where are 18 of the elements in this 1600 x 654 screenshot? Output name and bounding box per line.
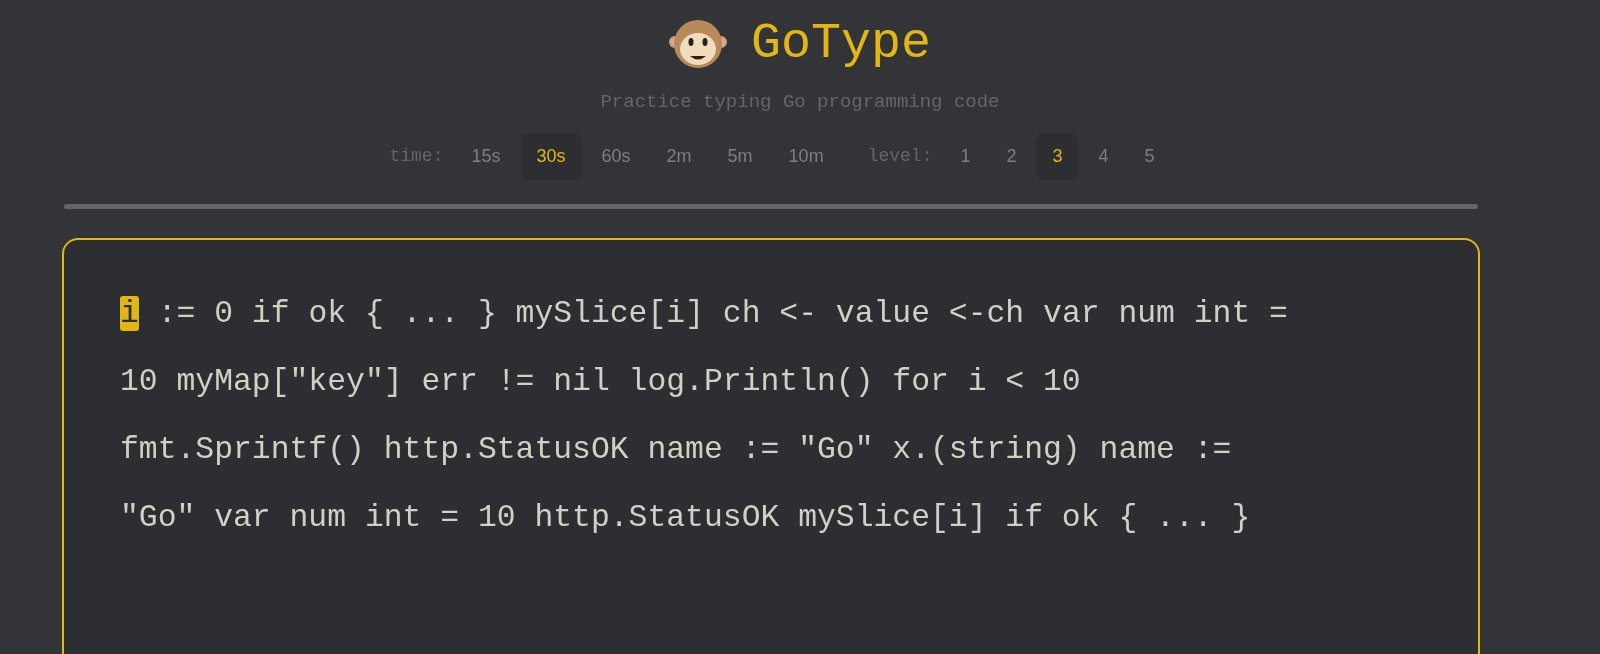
level-option[interactable]: 3 <box>1036 132 1079 180</box>
code-text: "Go" var num int = 10 http.StatusOK mySlice[i] if ok { ... } <box>120 498 1252 537</box>
time-option[interactable]: 60s <box>585 132 647 180</box>
typing-area[interactable] <box>62 237 1480 654</box>
time-option[interactable]: 2m <box>650 132 708 180</box>
level-option[interactable]: 5 <box>1128 132 1171 180</box>
time-option[interactable]: 5m <box>711 132 769 180</box>
cursor-character: i <box>120 295 139 331</box>
time-option[interactable]: 30s <box>520 132 582 180</box>
app-title: GoType <box>751 19 931 69</box>
time-option[interactable]: 10m <box>772 132 840 180</box>
level-option[interactable]: 4 <box>1082 132 1125 180</box>
code-text: 10 myMap["key"] err != nil log.Println() for i < 10 <box>120 362 1082 401</box>
code-text: fmt.Sprintf() http.StatusOK name := "Go" x.(string) name := <box>120 430 1233 469</box>
code-text: := 0 if ok { ... } mySlice[i] ch <- value <-ch var num int = <box>156 295 1288 331</box>
level-option[interactable]: 1 <box>944 132 987 180</box>
level-option[interactable]: 2 <box>990 132 1033 180</box>
time-option[interactable]: 15s <box>455 132 517 180</box>
